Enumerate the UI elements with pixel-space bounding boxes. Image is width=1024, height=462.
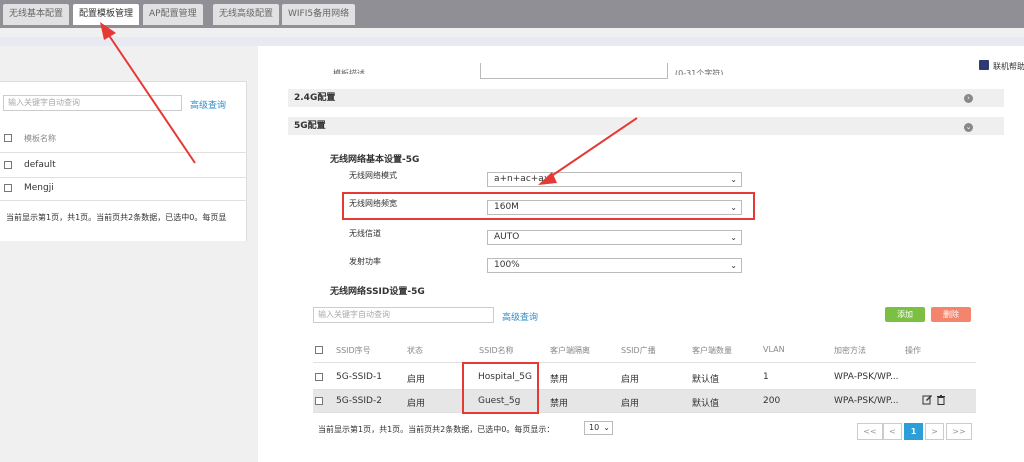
arrow-to-tab [105, 30, 196, 164]
annotation-arrows [100, 22, 638, 185]
arrow-head [100, 22, 116, 40]
arrow-to-mode [546, 117, 638, 180]
